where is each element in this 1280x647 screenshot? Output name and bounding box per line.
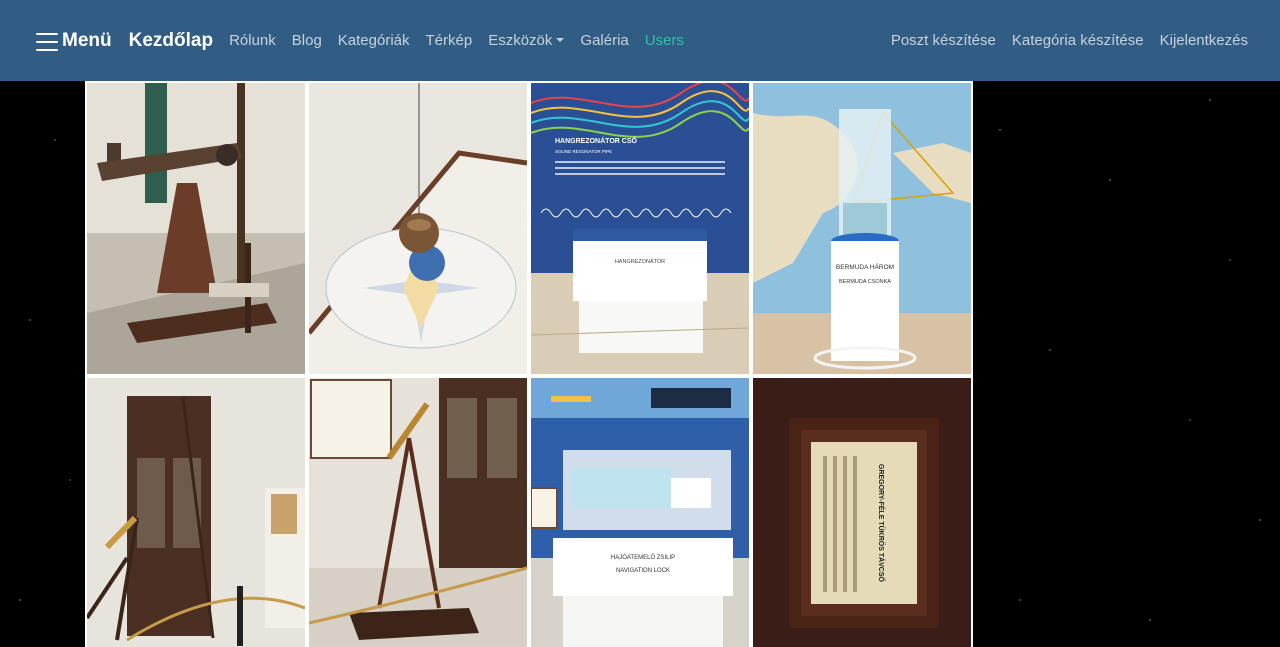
resonator-title: HANGREZONÁTOR CSŐ: [555, 136, 637, 145]
nav-link-gallery[interactable]: Galéria: [572, 32, 636, 49]
lock-label-2: NAVIGATION LOCK: [616, 568, 670, 574]
navigation-lock-photo-icon: HAJÓATEMELŐ ZSILIP NAVIGATION LOCK: [531, 378, 749, 647]
lock-label-1: HAJÓATEMELŐ ZSILIP: [611, 554, 675, 561]
gallery-photo-tripod-telescope[interactable]: [309, 378, 527, 647]
nav-link-map[interactable]: Térkép: [418, 32, 481, 49]
photo-gallery: HANGREZONÁTOR CSŐ SOUND RESONATOR PIPE H…: [85, 81, 973, 647]
nav-link-about[interactable]: Rólunk: [221, 32, 284, 49]
bermuda-triangle-photo-icon: BERMUDA HÁROM BERMUDA CSONKA: [753, 83, 971, 374]
brass-telescope-photo-icon: [87, 378, 305, 647]
top-navbar: Menü Kezdőlap Rólunk Blog Kategóriák Tér…: [0, 0, 1280, 81]
nav-link-users[interactable]: Users: [637, 32, 692, 49]
caret-down-icon: [556, 38, 565, 42]
tripod-telescope-photo-icon: [309, 378, 527, 647]
nav-dropdown-tools-label: Eszközök: [488, 32, 553, 49]
menu-label: Menü: [62, 29, 112, 51]
create-post-link[interactable]: Poszt készítése: [883, 32, 1004, 49]
nav-links: Rólunk Blog Kategóriák Térkép Eszközök G…: [221, 32, 692, 49]
gallery-photo-sound-resonator[interactable]: HANGREZONÁTOR CSŐ SOUND RESONATOR PIPE H…: [531, 83, 749, 374]
pendulum-photo-icon: [309, 83, 527, 374]
resonator-subtitle: SOUND RESONATOR PIPE: [555, 149, 612, 154]
nav-link-categories[interactable]: Kategóriák: [330, 32, 418, 49]
gallery-photo-framed-sign[interactable]: GREGORY-FÉLE TÜKRÖS TÁVCSŐ: [753, 378, 971, 647]
logout-link[interactable]: Kijelentkezés: [1152, 32, 1256, 49]
bermuda-label-1: BERMUDA HÁROM: [836, 262, 894, 271]
gallery-photo-pendulum[interactable]: [309, 83, 527, 374]
bermuda-label-2: BERMUDA CSONKA: [839, 279, 891, 285]
gallery-photo-bermuda[interactable]: BERMUDA HÁROM BERMUDA CSONKA: [753, 83, 971, 374]
gallery-photo-telescope[interactable]: [87, 83, 305, 374]
resonator-label: HANGREZONÁTOR: [615, 258, 665, 265]
nav-dropdown-tools[interactable]: Eszközök: [480, 32, 572, 49]
hamburger-icon: [36, 32, 58, 51]
brand-home-link[interactable]: Kezdőlap: [129, 30, 213, 52]
nav-right-links: Poszt készítése Kategória készítése Kije…: [883, 32, 1256, 49]
telescope-photo-icon: [87, 83, 305, 374]
menu-toggle-button[interactable]: Menü: [36, 30, 112, 52]
nav-link-blog[interactable]: Blog: [284, 32, 330, 49]
framed-sign-photo-icon: GREGORY-FÉLE TÜKRÖS TÁVCSŐ: [753, 378, 971, 647]
gallery-photo-brass-telescope[interactable]: [87, 378, 305, 647]
sound-resonator-photo-icon: HANGREZONÁTOR CSŐ SOUND RESONATOR PIPE H…: [531, 83, 749, 374]
sign-title: GREGORY-FÉLE TÜKRÖS TÁVCSŐ: [877, 464, 886, 583]
create-category-link[interactable]: Kategória készítése: [1004, 32, 1152, 49]
gallery-photo-navigation-lock[interactable]: HAJÓATEMELŐ ZSILIP NAVIGATION LOCK: [531, 378, 749, 647]
